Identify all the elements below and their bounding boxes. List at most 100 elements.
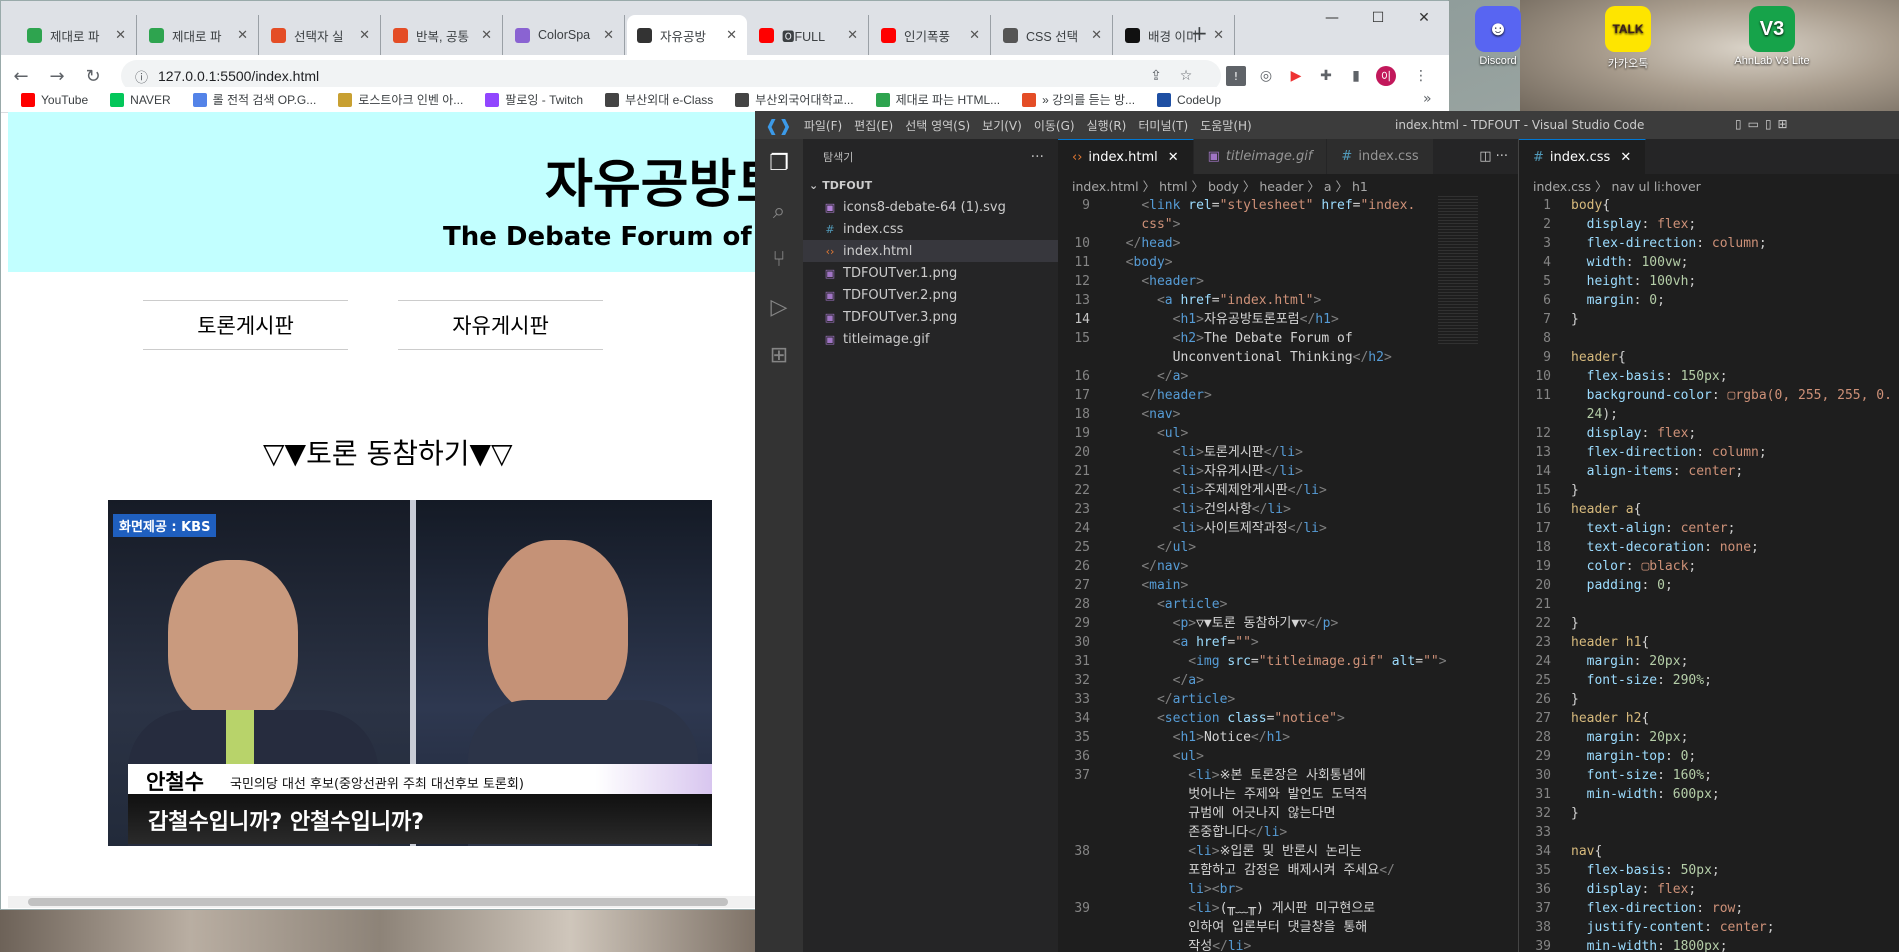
bookmark-item[interactable]: 롤 전적 검색 OP.G... xyxy=(192,91,316,108)
folder-name: TDFOUT xyxy=(822,178,873,192)
more-icon[interactable]: ··· xyxy=(1031,149,1044,165)
maximize-icon[interactable]: ☐ xyxy=(1355,1,1401,35)
close-tab-icon[interactable]: ✕ xyxy=(726,27,737,43)
file-item[interactable]: # index.css xyxy=(803,218,1058,240)
kakaotalk-shortcut[interactable]: TALK 카카오톡 xyxy=(1588,6,1668,71)
browser-tab[interactable]: CSS 선택 ✕ xyxy=(993,15,1113,55)
close-tab-icon[interactable]: ✕ xyxy=(603,27,614,43)
speech-icon xyxy=(637,27,652,43)
code-css[interactable]: 1 body{ 2 display: flex; 3 flex-direction… xyxy=(1519,196,1899,952)
title-image[interactable]: 화면제공 : KBS 안철수 국민의당 대선 후보(중앙선관위 주최 대선후보 … xyxy=(108,500,712,846)
close-tab-icon[interactable]: ✕ xyxy=(115,27,126,43)
bookmark-item[interactable]: » 강의를 듣는 방... xyxy=(1022,91,1135,108)
close-tab-icon[interactable]: ✕ xyxy=(1213,27,1224,43)
file-name: TDFOUTver.2.png xyxy=(843,287,958,303)
discord-shortcut[interactable]: ☻ Discord xyxy=(1458,6,1538,67)
close-tab-icon[interactable]: ✕ xyxy=(1620,150,1631,165)
extension-icon[interactable]: ! xyxy=(1226,66,1246,86)
bookmarks-more-icon[interactable]: » xyxy=(1423,91,1432,107)
horizontal-scrollbar[interactable] xyxy=(8,896,760,908)
browser-tab[interactable]: 자유공방 ✕ xyxy=(627,15,747,55)
cat-wallpaper xyxy=(1520,0,1899,120)
menu-item[interactable]: 파일(F) xyxy=(804,117,842,134)
share-icon[interactable]: ⇪ xyxy=(1146,66,1166,86)
bookmark-item[interactable]: 팔로잉 - Twitch xyxy=(485,91,583,108)
tab-index-html[interactable]: ‹› index.html ✕ xyxy=(1058,139,1194,174)
browser-tab[interactable]: 인기폭풍 ✕ xyxy=(871,15,991,55)
source-control-icon[interactable]: ⑂ xyxy=(755,235,803,283)
bookmark-item[interactable]: NAVER xyxy=(110,92,171,107)
extensions-puzzle-icon[interactable]: ✚ xyxy=(1316,66,1336,86)
close-tab-icon[interactable]: ✕ xyxy=(969,27,980,43)
split-editor-icon[interactable]: ◫ ··· xyxy=(1479,139,1518,174)
layout-controls-icon[interactable]: ▯▭▯⊞ xyxy=(1735,117,1794,131)
bookmark-item[interactable]: 제대로 파는 HTML... xyxy=(875,91,1000,108)
side-panel-icon[interactable]: ▮ xyxy=(1346,66,1366,86)
file-item[interactable]: ‹› index.html xyxy=(803,240,1058,262)
info-icon[interactable]: ⓘ xyxy=(135,67,148,86)
nav-debate-board[interactable]: 토론게시판 xyxy=(143,300,348,350)
explorer-icon[interactable]: ❐ xyxy=(755,139,803,187)
browser-tab[interactable]: 🅾FULL ✕ xyxy=(749,15,869,55)
bookmark-item[interactable]: 부산외대 e-Class xyxy=(605,91,713,108)
debate-join-text: ▽▼토론 동참하기▼▽ xyxy=(263,437,513,470)
menu-item[interactable]: 도움말(H) xyxy=(1200,117,1252,134)
menu-item[interactable]: 터미널(T) xyxy=(1138,117,1188,134)
bookmark-item[interactable]: 로스트아크 인벤 아... xyxy=(338,91,463,108)
explorer-title: 탐색기 xyxy=(823,150,854,164)
run-debug-icon[interactable]: ▷ xyxy=(755,283,803,331)
menu-item[interactable]: 편집(E) xyxy=(854,117,893,134)
browser-tab[interactable]: 선택자 실 ✕ xyxy=(261,15,381,55)
close-tab-icon[interactable]: ✕ xyxy=(1091,27,1102,43)
tab-index-css[interactable]: # index.css xyxy=(1327,139,1434,174)
tab-titleimage[interactable]: ▣ titleimage.gif xyxy=(1193,139,1328,174)
ahnlab-shortcut[interactable]: V3 AhnLab V3 Lite xyxy=(1732,6,1812,67)
menu-item[interactable]: 실행(R) xyxy=(1087,117,1127,134)
translate-icon[interactable]: ◎ xyxy=(1256,66,1276,86)
scrollbar-thumb[interactable] xyxy=(28,898,728,906)
nav-free-board[interactable]: 자유게시판 xyxy=(398,300,603,350)
bookmark-item[interactable]: CodeUp xyxy=(1157,92,1221,107)
close-tab-icon[interactable]: ✕ xyxy=(1168,150,1179,165)
file-name: TDFOUTver.3.png xyxy=(843,309,958,325)
minimap[interactable] xyxy=(1438,196,1478,346)
page-subtitle[interactable]: The Debate Forum of Unc xyxy=(443,222,760,252)
editor-tabs: ‹› index.html ✕ ▣ titleimage.gif # index.css… xyxy=(1058,139,1518,174)
bookmark-favicon-icon xyxy=(110,92,125,107)
browser-tab[interactable]: ColorSpa ✕ xyxy=(505,15,625,55)
menu-item[interactable]: 이동(G) xyxy=(1034,117,1075,134)
svg-icon: ▣ xyxy=(824,200,836,214)
css-icon: # xyxy=(1533,149,1544,165)
close-tab-icon[interactable]: ✕ xyxy=(481,27,492,43)
browser-tab[interactable]: 반복, 공통 ✕ xyxy=(383,15,503,55)
bookmark-item[interactable]: 부산외국어대학교... xyxy=(735,91,854,108)
folder-tdfout[interactable]: ⌄ TDFOUT xyxy=(803,174,1058,196)
bookmark-star-icon[interactable]: ☆ xyxy=(1176,66,1196,86)
menu-item[interactable]: 보기(V) xyxy=(982,117,1022,134)
close-tab-icon[interactable]: ✕ xyxy=(359,27,370,43)
page-title[interactable]: 자유공방토 xyxy=(545,142,760,217)
record-icon[interactable]: ▶ xyxy=(1286,66,1306,86)
search-icon[interactable]: ⌕ xyxy=(755,187,803,235)
browser-tab[interactable]: 배경 이미 ✕ xyxy=(1115,15,1235,55)
minimize-icon[interactable]: — xyxy=(1309,1,1355,35)
file-item[interactable]: ▣ TDFOUTver.3.png xyxy=(803,306,1058,328)
breadcrumb-css[interactable]: index.css 〉 nav ul li:hover xyxy=(1519,174,1899,196)
browser-tab[interactable]: 제대로 파 ✕ xyxy=(17,15,137,55)
browser-tab[interactable]: 제대로 파 ✕ xyxy=(139,15,259,55)
file-item[interactable]: ▣ TDFOUTver.1.png xyxy=(803,262,1058,284)
menu-kebab-icon[interactable]: ⋮ xyxy=(1411,66,1431,86)
extensions-icon[interactable]: ⊞ xyxy=(755,331,803,379)
profile-avatar[interactable]: 이 xyxy=(1376,66,1396,86)
close-icon[interactable]: ✕ xyxy=(1401,1,1447,35)
bookmark-item[interactable]: YouTube xyxy=(21,92,88,107)
file-item[interactable]: ▣ icons8-debate-64 (1).svg xyxy=(803,196,1058,218)
close-tab-icon[interactable]: ✕ xyxy=(847,27,858,43)
file-item[interactable]: ▣ titleimage.gif xyxy=(803,328,1058,350)
editor2-tabs: # index.css ✕ xyxy=(1519,139,1899,174)
tab-index-css-2[interactable]: # index.css ✕ xyxy=(1519,139,1647,174)
menu-item[interactable]: 선택 영역(S) xyxy=(905,117,970,134)
file-item[interactable]: ▣ TDFOUTver.2.png xyxy=(803,284,1058,306)
breadcrumb[interactable]: index.html 〉 html 〉 body 〉 header 〉 a 〉 … xyxy=(1058,174,1518,196)
close-tab-icon[interactable]: ✕ xyxy=(237,27,248,43)
